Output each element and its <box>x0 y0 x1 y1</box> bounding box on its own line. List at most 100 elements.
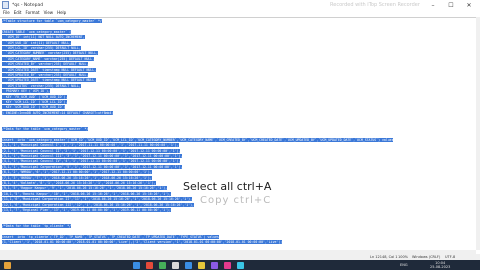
selected-text: (6,1,'2','NMRDA','6','1','2017-12-11 00:… <box>2 170 152 175</box>
text-line: insert into `ucm_category_master`(`UCM_I… <box>2 137 394 142</box>
text-line: `UCM_CATEGORY_NUMBER` varchar(255) DEFAU… <box>2 51 98 56</box>
selected-text: (8,1,'4','Kolkata','8','1','2018-06-26 1… <box>2 181 156 185</box>
selected-text: `UCM_UPDATED_DATE` timestamp NULL DEFAUL… <box>2 78 97 83</box>
text-line: (4,1,'1','Municipal Council IV','4','1',… <box>2 159 181 164</box>
line-ending: Windows (CRLF) <box>412 255 441 259</box>
selected-text: `UCM_STATUS` varchar(255) DEFAULT NULL, <box>2 83 81 88</box>
taskbar-app-icon[interactable] <box>211 261 218 269</box>
text-line: (9,1,'5','Ragpur Kanpur','9','1','2018-0… <box>2 186 168 191</box>
taskbar-app-icon[interactable] <box>198 261 205 269</box>
text-line: `UCM_ID` int(11) NOT NULL AUTO_INCREMENT… <box>2 35 85 40</box>
text-line: /*Data for the table `ucm_category_maste… <box>2 127 89 131</box>
text-line: (5,1,'1','Municipal Corporation','5','1'… <box>2 164 183 169</box>
text-line: `UCM_CREATED_DATE` timestamp NULL DEFAUL… <box>2 67 97 72</box>
selected-text: (5,1,'1','Municipal Corporation','5','1'… <box>2 164 183 169</box>
text-line: `UCM_UPDATED_DATE` timestamp NULL DEFAUL… <box>2 78 97 83</box>
video-caption: Select all ctrl+A <box>183 180 272 193</box>
clock[interactable]: 10:04 25-08-2023 <box>430 260 450 270</box>
text-line: (8,1,'4','Kolkata','8','1','2018-06-26 1… <box>2 181 156 185</box>
selected-text: KEY `UCM_UUD_ID` (`UCM_UUD_ID`) <box>2 105 66 110</box>
selected-text: (3,1,'1','Municipal Council III','3','1'… <box>2 154 183 158</box>
taskbar-app-icon[interactable] <box>185 261 192 269</box>
text-line: (6,1,'2','NMRDA','6','1','2017-12-11 00:… <box>2 170 152 175</box>
selected-text: /*Table structure for table `ucm_categor… <box>2 19 102 23</box>
taskbar-app-icon[interactable] <box>146 261 153 269</box>
text-line: ) ENGINE=InnoDB AUTO_INCREMENT=14 DEFAUL… <box>2 110 114 115</box>
taskbar-app-icon[interactable] <box>133 261 140 269</box>
selected-text: `UCM_LCL_ID` varchar(255) DEFAULT NULL, <box>2 46 81 50</box>
text-line: insert into `tp_cliente`(`TP_ID`,`TP_NAM… <box>2 235 219 239</box>
selected-text: CREATE TABLE `ucm_category_master` ( <box>2 29 72 34</box>
selected-text: `UCM_CREATED_BY` varchar(255) DEFAULT NU… <box>2 62 89 67</box>
taskbar-app-icon[interactable] <box>237 261 244 269</box>
selected-text: (4,1,'1','Municipal Council IV','4','1',… <box>2 159 181 164</box>
selected-text: /*Data for the table `tp_cliente` */ <box>2 224 72 229</box>
clock-date: 25-08-2023 <box>430 265 451 269</box>
title-bar: *qs - Notepad Recorded with iTop Screen … <box>0 0 480 10</box>
notepad-icon <box>2 1 9 9</box>
close-icon: ✕ <box>466 1 472 9</box>
selected-text: (1,1,'1','Municipal Council I','1','1','… <box>2 143 179 148</box>
menu-file[interactable]: File <box>3 10 10 17</box>
language-indicator[interactable]: ENG <box>400 263 408 267</box>
text-line: (13,1,'7','Regional Plan','13','1','2019… <box>2 208 171 212</box>
selected-text: (1,'Client','1','2018-01-01 00:00:00','2… <box>2 240 283 245</box>
text-line: /*Data for the table `tp_cliente` */ <box>2 224 72 229</box>
menu-help[interactable]: Help <box>57 10 66 17</box>
selected-text: `UCM_UPDATED_BY` varchar(255) DEFAULT NU… <box>2 73 89 77</box>
selected-text: insert into `ucm_category_master`(`UCM_I… <box>2 137 394 142</box>
text-line: (7,1,'3','BKRDA','7','1','2018-06-26 15:… <box>2 175 152 180</box>
recorder-watermark: Recorded with iTop Screen Recorder <box>330 2 420 8</box>
text-line: (1,'Client','1','2018-01-01 00:00:00','2… <box>2 240 283 245</box>
selected-text: (7,1,'3','BKRDA','7','1','2018-06-26 15:… <box>2 175 152 180</box>
taskbar-app-icon[interactable] <box>172 261 179 269</box>
selected-text: `UCM_UUD_ID` int(11) DEFAULT NULL, <box>2 40 72 45</box>
selected-text: (10,1,'5','Ranchi Kanpur','10','1','2018… <box>2 191 171 196</box>
text-line: `UCM_UUD_ID` int(11) DEFAULT NULL, <box>2 40 72 45</box>
text-line: `UCM_CREATED_BY` varchar(255) DEFAULT NU… <box>2 62 89 67</box>
selected-text: (2,1,'1','Municipal Council II','2','1',… <box>2 148 181 153</box>
text-line: /*Table structure for table `ucm_categor… <box>2 19 102 23</box>
selected-text: ) ENGINE=InnoDB AUTO_INCREMENT=14 DEFAUL… <box>2 110 114 115</box>
zoom-level: 100% <box>398 255 409 259</box>
selected-text: (12,1,'6','Municipal Corporation III','1… <box>2 202 194 207</box>
menu-edit[interactable]: Edit <box>14 10 22 17</box>
taskbar: ENG 10:04 25-08-2023 <box>0 260 480 270</box>
cursor-position: Ln 12148, Col 1 <box>370 255 398 259</box>
text-editor[interactable]: /*Table structure for table `ucm_categor… <box>0 17 480 255</box>
text-line: CREATE TABLE `ucm_category_master` ( <box>2 29 72 34</box>
selected-text: `UCM_CATEGORY_NAME` varchar(255) DEFAULT… <box>2 56 95 61</box>
text-line: `UCM_STATUS` varchar(255) DEFAULT NULL, <box>2 83 81 88</box>
selected-text: insert into `tp_cliente`(`TP_ID`,`TP_NAM… <box>2 235 219 239</box>
menu-bar: File Edit Format View Help <box>0 10 480 17</box>
taskbar-app-icon[interactable] <box>224 261 231 269</box>
selected-text: (9,1,'5','Ragpur Kanpur','9','1','2018-0… <box>2 186 168 191</box>
start-icon[interactable] <box>4 261 11 269</box>
text-line: KEY `UCM_UUD_ID` (`UCM_UUD_ID`) <box>2 105 66 110</box>
text-line: KEY `UCM_LCL_ID` (`UCM_LCL_ID`), <box>2 100 68 104</box>
window-title: *qs - Notepad <box>12 2 44 8</box>
text-line: (2,1,'1','Municipal Council II','2','1',… <box>2 148 181 153</box>
text-line: (12,1,'6','Municipal Corporation III','1… <box>2 202 194 207</box>
minimize-button[interactable]: – <box>424 0 442 10</box>
taskbar-app-icon[interactable] <box>159 261 166 269</box>
vertical-scrollbar[interactable] <box>476 17 480 250</box>
menu-format[interactable]: Format <box>25 10 39 17</box>
text-line: (11,1,'6','Municipal Corporation II','11… <box>2 197 192 202</box>
text-line: `UCM_CATEGORY_NAME` varchar(255) DEFAULT… <box>2 56 95 61</box>
selected-text: (13,1,'7','Regional Plan','13','1','2019… <box>2 208 171 212</box>
selected-text: /*Data for the table `ucm_category_maste… <box>2 127 89 131</box>
minimize-icon: – <box>431 1 435 9</box>
text-line: `UCM_UPDATED_BY` varchar(255) DEFAULT NU… <box>2 73 89 77</box>
menu-view[interactable]: View <box>44 10 54 17</box>
system-tray[interactable]: ENG <box>400 260 408 270</box>
selected-text: `UCM_CREATED_DATE` timestamp NULL DEFAUL… <box>2 67 97 72</box>
maximize-button[interactable]: ☐ <box>442 0 460 10</box>
selected-text: KEY `UCM_LCL_ID` (`UCM_LCL_ID`), <box>2 100 68 104</box>
text-line: `UCM_LCL_ID` varchar(255) DEFAULT NULL, <box>2 46 81 50</box>
text-line: PRIMARY KEY (`UCM_ID`), <box>2 89 50 94</box>
close-button[interactable]: ✕ <box>460 0 478 10</box>
text-line: (3,1,'1','Municipal Council III','3','1'… <box>2 154 183 158</box>
selected-text: (11,1,'6','Municipal Corporation II','11… <box>2 197 192 202</box>
selected-text: `UCM_CATEGORY_NUMBER` varchar(255) DEFAU… <box>2 51 98 56</box>
